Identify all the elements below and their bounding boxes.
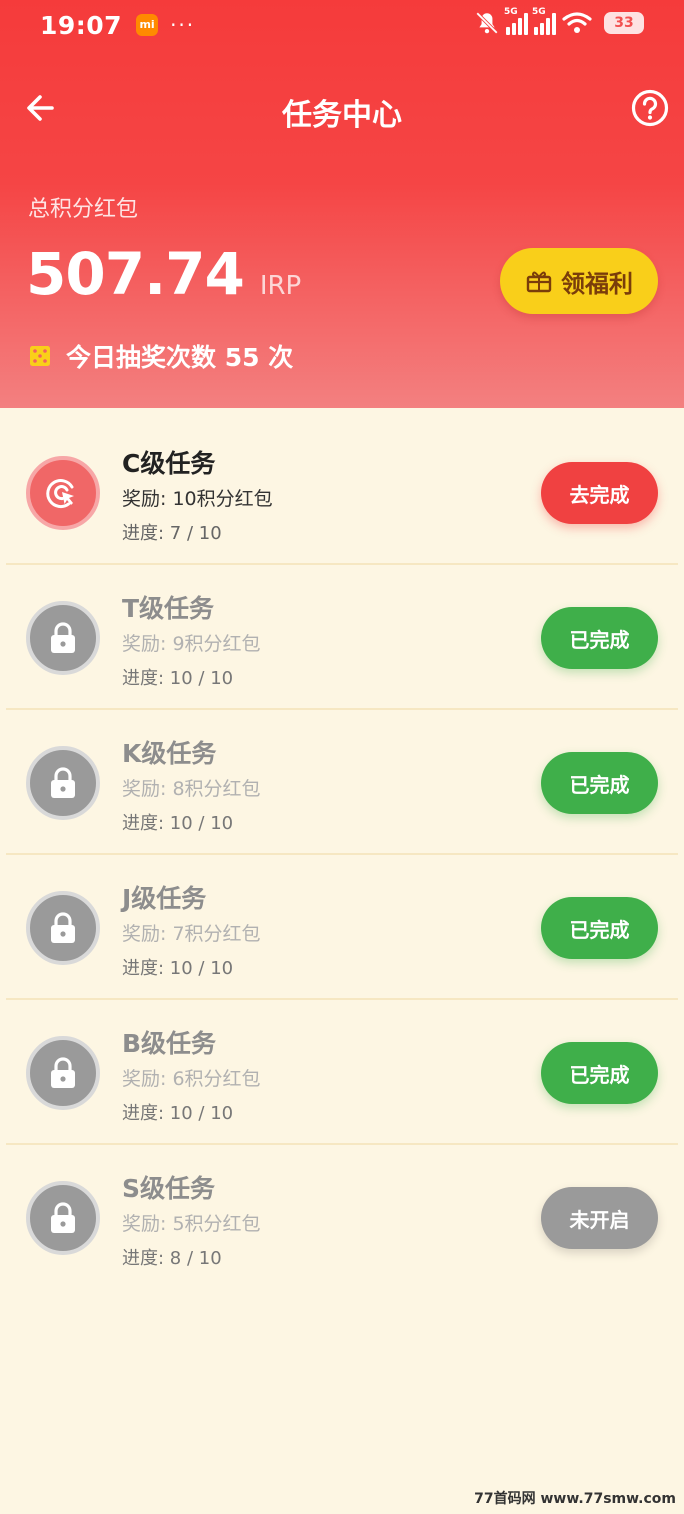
task-progress: 进度: 10 / 10 <box>122 668 234 689</box>
target-cursor-icon <box>46 479 74 509</box>
task-row: C级任务 奖励: 10积分红包 进度: 7 / 10 去完成 <box>6 420 678 565</box>
lock-icon <box>51 1202 75 1233</box>
lock-icon <box>51 912 75 943</box>
task-icon <box>26 746 100 820</box>
task-row: T级任务 奖励: 9积分红包 进度: 10 / 10 已完成 <box>6 565 678 710</box>
task-title: K级任务 <box>122 739 217 768</box>
mi-badge-icon: mi <box>136 14 159 36</box>
bell-muted-icon <box>476 12 498 34</box>
watermark: 77首码网 www.77smw.com <box>474 1491 676 1507</box>
completed-button[interactable]: 已完成 <box>541 1042 658 1104</box>
status-icons: 5G 5G 33 <box>474 7 644 36</box>
question-circle-icon[interactable] <box>630 88 670 128</box>
task-progress: 进度: 10 / 10 <box>122 813 234 834</box>
completed-button[interactable]: 已完成 <box>541 607 658 669</box>
task-reward: 奖励: 9积分红包 <box>122 633 261 655</box>
task-reward: 奖励: 5积分红包 <box>122 1213 261 1235</box>
task-title: S级任务 <box>122 1174 216 1203</box>
balance: 507.74 IRP <box>26 240 301 308</box>
header: 19:07 mi ··· 5G 5G 33 任务中心 总积分红包 507.74 … <box>0 0 684 408</box>
signal-icon: 5G <box>532 7 556 35</box>
balance-unit: IRP <box>259 271 302 301</box>
task-reward: 奖励: 6积分红包 <box>122 1068 261 1090</box>
battery-icon: 33 <box>604 12 644 34</box>
network-label: 5G <box>532 7 546 17</box>
task-title: T级任务 <box>122 594 215 623</box>
lottery-count: 今日抽奖次数 55 次 <box>28 338 293 374</box>
task-title: B级任务 <box>122 1029 217 1058</box>
claim-welfare-label: 领福利 <box>561 269 633 298</box>
nav-bar: 任务中心 <box>0 78 684 138</box>
lottery-count-text: 今日抽奖次数 55 次 <box>66 343 294 372</box>
task-reward: 奖励: 10积分红包 <box>122 488 273 510</box>
task-icon <box>26 456 100 530</box>
task-title: C级任务 <box>122 449 216 478</box>
task-icon <box>26 891 100 965</box>
task-row: K级任务 奖励: 8积分红包 进度: 10 / 10 已完成 <box>6 710 678 855</box>
task-list: C级任务 奖励: 10积分红包 进度: 7 / 10 去完成 T级任务 奖励: … <box>0 420 684 1290</box>
status-time: 19:07 <box>40 10 123 40</box>
task-row: S级任务 奖励: 5积分红包 进度: 8 / 10 未开启 <box>6 1145 678 1290</box>
balance-amount: 507.74 <box>26 240 245 308</box>
lock-icon <box>51 767 75 798</box>
task-reward: 奖励: 7积分红包 <box>122 923 261 945</box>
status-bar: 19:07 mi ··· 5G 5G 33 <box>0 0 684 50</box>
task-progress: 进度: 8 / 10 <box>122 1248 222 1269</box>
task-icon <box>26 1181 100 1255</box>
wifi-icon <box>562 12 592 33</box>
task-progress: 进度: 10 / 10 <box>122 1103 234 1124</box>
total-points-label: 总积分红包 <box>28 197 139 222</box>
more-dots-icon: ··· <box>170 13 196 37</box>
page-title: 任务中心 <box>282 98 402 133</box>
claim-welfare-button[interactable]: 领福利 <box>500 248 658 314</box>
task-progress: 进度: 10 / 10 <box>122 958 234 979</box>
task-icon <box>26 1036 100 1110</box>
task-icon <box>26 601 100 675</box>
completed-button[interactable]: 已完成 <box>541 897 658 959</box>
not-started-button[interactable]: 未开启 <box>541 1187 658 1249</box>
task-row: B级任务 奖励: 6积分红包 进度: 10 / 10 已完成 <box>6 1000 678 1145</box>
task-row: J级任务 奖励: 7积分红包 进度: 10 / 10 已完成 <box>6 855 678 1000</box>
signal-icon: 5G <box>504 7 528 35</box>
go-complete-button[interactable]: 去完成 <box>541 462 658 524</box>
lock-icon <box>51 1057 75 1088</box>
lock-icon <box>51 622 75 653</box>
completed-button[interactable]: 已完成 <box>541 752 658 814</box>
gift-icon <box>526 271 552 293</box>
task-reward: 奖励: 8积分红包 <box>122 778 261 800</box>
task-title: J级任务 <box>122 884 207 913</box>
network-label: 5G <box>504 7 518 17</box>
task-progress: 进度: 7 / 10 <box>122 523 222 544</box>
dice-icon <box>30 346 50 366</box>
